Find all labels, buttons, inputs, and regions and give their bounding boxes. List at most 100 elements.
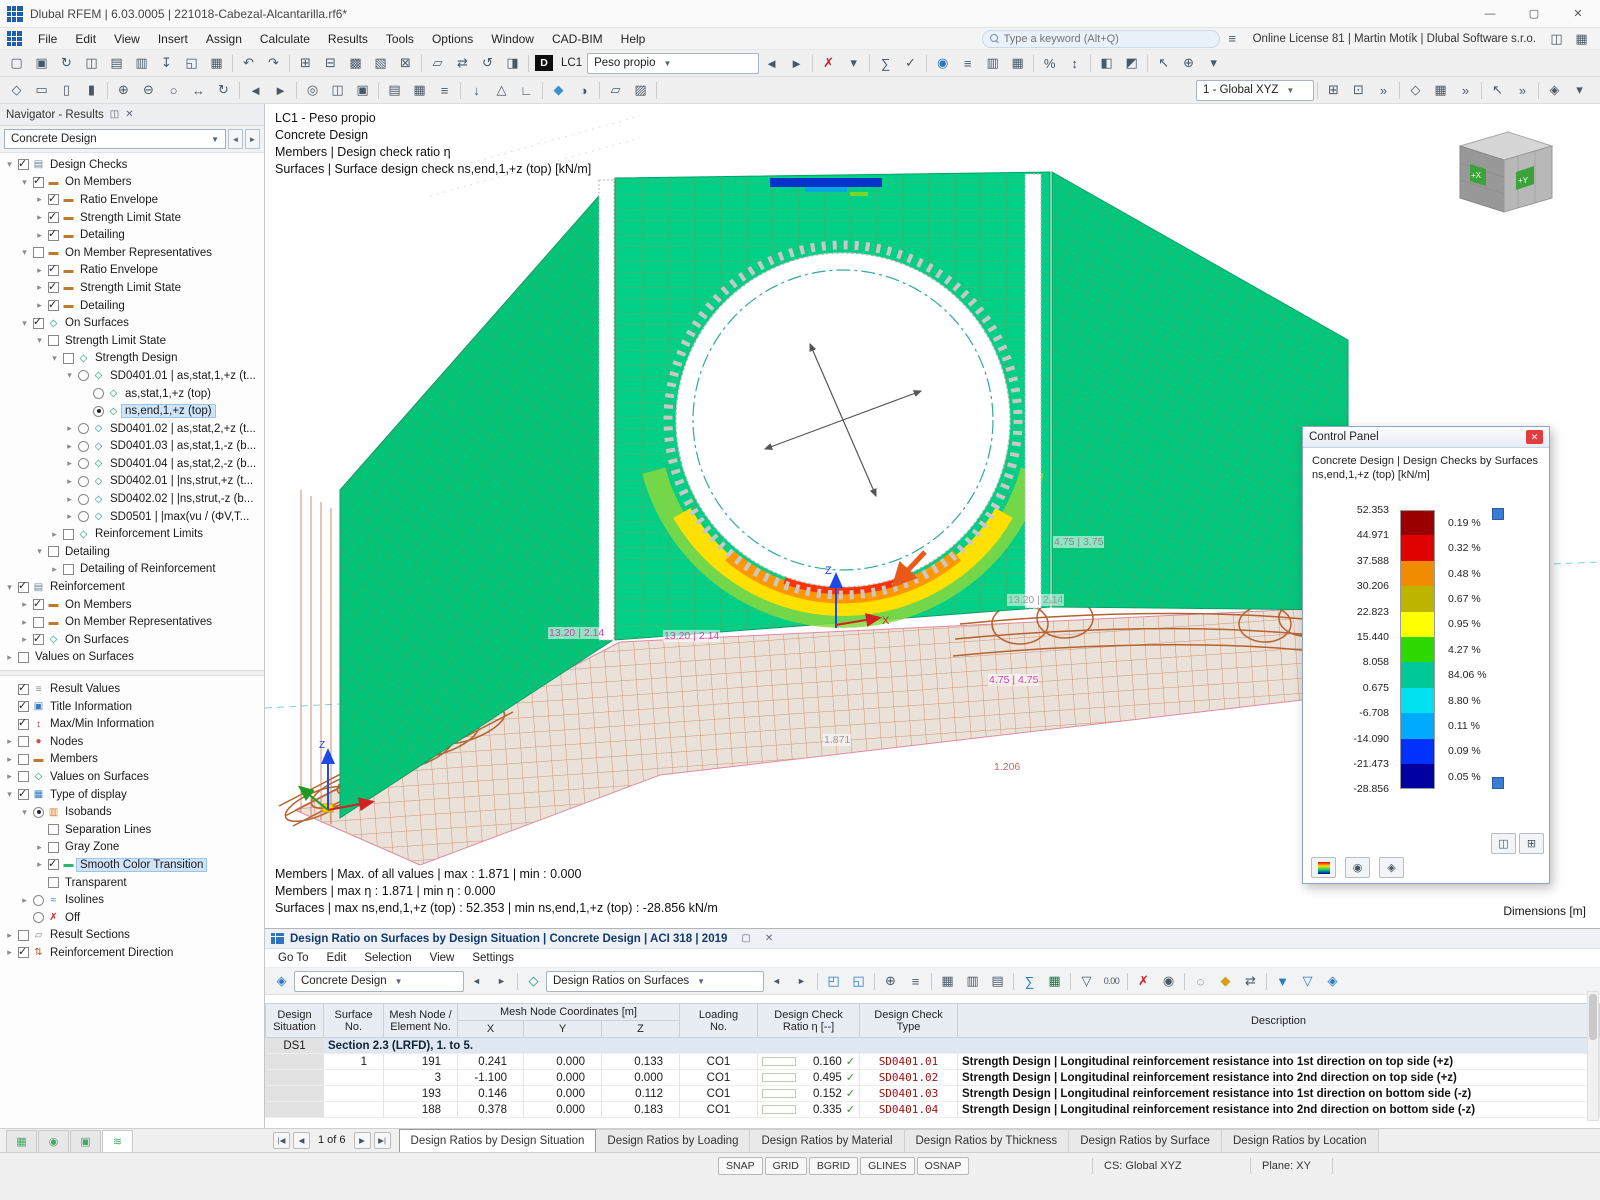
table-next-type[interactable]: ► [789, 970, 814, 992]
selection-mode-icon[interactable]: ↖ [1485, 79, 1510, 101]
scale-color-cell[interactable] [1400, 688, 1435, 713]
control-panel-close-icon[interactable]: ✕ [1526, 430, 1543, 444]
background-layers-icon[interactable]: ▨ [628, 79, 653, 101]
open-model-icon[interactable]: ▣ [29, 52, 54, 74]
sync-model-icon[interactable]: ↻ [54, 52, 79, 74]
tree-item-max-min-information[interactable]: ↕Max/Min Information [0, 715, 264, 733]
scale-min-handle[interactable] [1492, 777, 1504, 789]
scale-color-cell[interactable] [1400, 637, 1435, 662]
clipping-planes-icon[interactable]: ◫ [325, 79, 350, 101]
checkbox[interactable] [18, 771, 29, 782]
tree-item-ns-end-1-z-top[interactable]: ◇ns,end,1,+z (top) [0, 402, 264, 420]
expander-open-icon[interactable]: ▾ [33, 335, 46, 346]
panel-dock-button[interactable]: ◫ [1491, 833, 1516, 854]
checkbox[interactable] [33, 617, 44, 628]
checkbox[interactable] [18, 754, 29, 765]
expander-closed-icon[interactable]: ▸ [3, 930, 16, 941]
reference-scale-button[interactable]: ◉ [1345, 857, 1370, 878]
display-navigator-tab[interactable]: ◉ [38, 1130, 69, 1152]
tree-item-separation-lines[interactable]: Separation Lines [0, 821, 264, 839]
tab-design-ratios-by-material[interactable]: Design Ratios by Material [749, 1129, 904, 1152]
tree-splitter[interactable] [0, 670, 264, 676]
checkbox[interactable] [33, 634, 44, 645]
table-category-dropdown[interactable]: Concrete Design▼ [294, 971, 464, 992]
percent-display-icon[interactable]: % [1037, 52, 1062, 74]
checkbox[interactable] [18, 159, 29, 170]
coordinate-system-dropdown[interactable]: 1 - Global XYZ▼ [1196, 80, 1314, 101]
scale-color-cell[interactable] [1400, 586, 1435, 611]
checkbox[interactable] [48, 230, 59, 241]
checkbox[interactable] [48, 335, 59, 346]
toggle-glines[interactable]: GLINES [860, 1157, 915, 1175]
notes-icon[interactable]: ▧ [368, 52, 393, 74]
tree-item-title-information[interactable]: ▣Title Information [0, 698, 264, 716]
tree-item-sd0501-max-vu-v-t[interactable]: ▸◇SD0501 | |max(vu / (ΦV,T... [0, 508, 264, 526]
tree-item-on-member-representatives[interactable]: ▸▬On Member Representatives [0, 613, 264, 631]
radio[interactable] [33, 895, 44, 906]
sync-selection-icon[interactable]: ◱ [846, 970, 871, 992]
expander-open-icon[interactable]: ▾ [3, 789, 16, 800]
expander-open-icon[interactable]: ▾ [3, 582, 16, 593]
loads-display-icon[interactable]: ↓ [464, 79, 489, 101]
work-plane-status[interactable]: Plane: XY [1262, 1160, 1311, 1172]
previous-view-icon[interactable]: ◄ [243, 79, 268, 101]
dimensions-display-icon[interactable]: ∟ [514, 79, 539, 101]
expander-open-icon[interactable]: ▾ [63, 370, 76, 381]
checkbox[interactable] [18, 930, 29, 941]
checkbox[interactable] [48, 265, 59, 276]
expander-closed-icon[interactable]: ▸ [63, 476, 76, 487]
table-prev-type[interactable]: ◄ [764, 970, 789, 992]
data-navigator-tab[interactable]: ▦ [6, 1130, 37, 1152]
checkbox[interactable] [33, 599, 44, 610]
rotate-tool-icon[interactable]: ↺ [475, 52, 500, 74]
quick-menu-icon[interactable]: ≡ [1220, 28, 1245, 50]
tree-item-type-of-display[interactable]: ▾▦Type of display [0, 786, 264, 804]
last-table-button[interactable]: ▶| [374, 1132, 391, 1149]
expander-closed-icon[interactable]: ▸ [63, 511, 76, 522]
table-type-dropdown[interactable]: Design Ratios on Surfaces▼ [546, 971, 764, 992]
tree-item-sd0402-02-ns-strut-z-b[interactable]: ▸◇SD0402.02 | |ns,strut,-z (b... [0, 490, 264, 508]
expander-closed-icon[interactable]: ▸ [33, 194, 46, 205]
table-row[interactable]: 1880.3780.0000.183CO10.335✓SD0401.04Stre… [265, 1102, 1600, 1118]
expander-closed-icon[interactable]: ▸ [3, 754, 16, 765]
checkbox[interactable] [48, 877, 59, 888]
toggle-snap[interactable]: SNAP [718, 1157, 763, 1175]
decimal-places-icon[interactable]: 0.00 [1099, 970, 1124, 992]
tree-item-sd0401-01-as-stat-1-z-t[interactable]: ▾◇SD0401.01 | as,stat,1,+z (t... [0, 367, 264, 385]
menu-assign[interactable]: Assign [197, 28, 251, 50]
calculate-menu-icon[interactable]: ▾ [841, 52, 866, 74]
expander-open-icon[interactable]: ▾ [48, 353, 61, 364]
tree-item-on-members[interactable]: ▾▬On Members [0, 174, 264, 192]
menu-view[interactable]: View [105, 28, 149, 50]
next-table-button[interactable]: ▶ [354, 1132, 371, 1149]
zoom-select-icon[interactable]: ⊕ [1176, 52, 1201, 74]
tree-item-members[interactable]: ▸▬Members [0, 751, 264, 769]
guide-objects-icon[interactable]: ▱ [603, 79, 628, 101]
radio[interactable] [33, 807, 44, 818]
checkbox[interactable] [33, 177, 44, 188]
tree-item-detailing-of-reinforcement[interactable]: ▸Detailing of Reinforcement [0, 561, 264, 579]
expander-closed-icon[interactable]: ▸ [33, 230, 46, 241]
data-tables-icon[interactable]: ⊞ [293, 52, 318, 74]
checkbox[interactable] [18, 652, 29, 663]
radio[interactable] [93, 406, 104, 417]
checkbox[interactable] [48, 546, 59, 557]
radio[interactable] [33, 912, 44, 923]
expander-closed-icon[interactable]: ▸ [63, 423, 76, 434]
checkbox[interactable] [48, 212, 59, 223]
radio[interactable] [93, 388, 104, 399]
grid-layout-icon[interactable]: ▦ [1569, 28, 1594, 50]
export-settings-icon[interactable]: ⇄ [1238, 970, 1263, 992]
menu-window[interactable]: Window [482, 28, 543, 50]
print-graphic-icon[interactable]: ▤ [104, 52, 129, 74]
tree-item-reinforcement-direction[interactable]: ▸⇅Reinforcement Direction [0, 944, 264, 962]
pin-layout-icon[interactable]: ◫ [1544, 28, 1569, 50]
grid-settings-icon[interactable]: ▦ [1428, 79, 1453, 101]
tree-item-isolines[interactable]: ▸≈Isolines [0, 891, 264, 909]
tree-item-detailing[interactable]: ▸▬Detailing [0, 226, 264, 244]
expander-closed-icon[interactable]: ▸ [48, 529, 61, 540]
tree-item-transparent[interactable]: Transparent [0, 874, 264, 892]
expander-closed-icon[interactable]: ▸ [33, 212, 46, 223]
radio[interactable] [78, 494, 89, 505]
table-menu-view[interactable]: View [421, 952, 464, 964]
